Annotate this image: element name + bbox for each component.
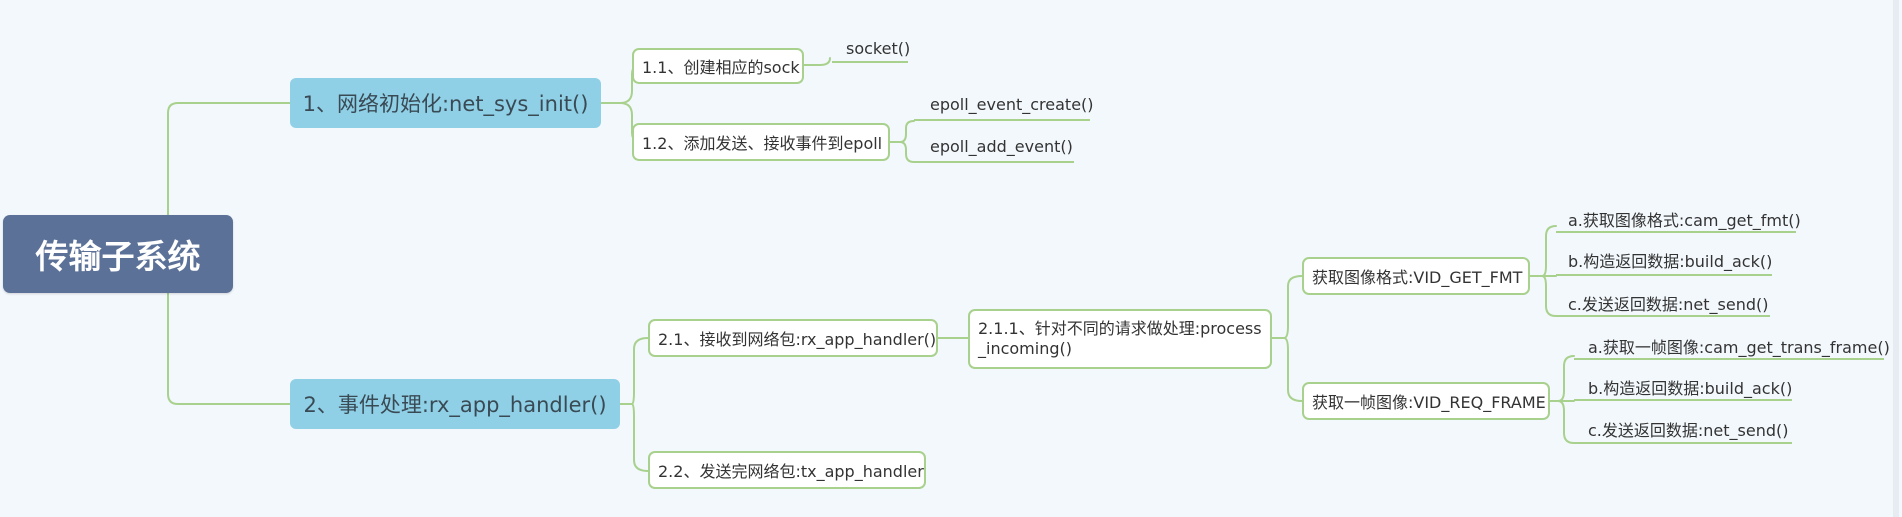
subtopic-process-incoming[interactable]: 2.1.1、针对不同的请求做处理:process_incoming() xyxy=(968,309,1272,369)
main-topic-event-handling[interactable]: 2、事件处理:rx_app_handler() xyxy=(290,379,620,429)
root-topic-label: 传输子系统 xyxy=(35,237,201,276)
subtopic-label: 1.2、添加发送、接收事件到epoll xyxy=(642,134,883,153)
mind-map-canvas: 传输子系统 1、网络初始化:net_sys_init() 1.1、创建相应的so… xyxy=(0,0,1902,517)
subtopic-tx-done[interactable]: 2.2、发送完网络包:tx_app_handler xyxy=(648,451,926,489)
leaf-underline xyxy=(1574,358,1884,360)
subtopic-create-sock[interactable]: 1.1、创建相应的sock xyxy=(632,48,804,84)
leaf-cam-get-fmt[interactable]: a.获取图像格式:cam_get_fmt() xyxy=(1566,207,1801,231)
leaf-underline xyxy=(1556,274,1772,276)
main-topic-label: 1、网络初始化:net_sys_init() xyxy=(302,92,589,116)
leaf-build-ack-fmt[interactable]: b.构造返回数据:build_ack() xyxy=(1566,248,1772,272)
subtopic-label: 2.2、发送完网络包:tx_app_handler xyxy=(658,462,924,481)
connector-branch2-sub1 xyxy=(619,337,649,405)
main-topic-network-init[interactable]: 1、网络初始化:net_sys_init() xyxy=(290,78,601,128)
leaf-socket[interactable]: socket() xyxy=(844,39,910,58)
subtopic-label: 1.1、创建相应的sock xyxy=(642,58,800,77)
connector-child-fmt xyxy=(1271,275,1303,339)
leaf-build-ack-frame[interactable]: b.构造返回数据:build_ack() xyxy=(1586,375,1792,399)
connector-root-branch1 xyxy=(167,102,291,216)
scrollbar-track[interactable] xyxy=(1893,0,1899,517)
leaf-epoll-add-event[interactable]: epoll_add_event() xyxy=(928,137,1073,156)
subtopic-rx-packet[interactable]: 2.1、接收到网络包:rx_app_handler() xyxy=(648,319,938,357)
connector-sub11-leaf xyxy=(803,57,831,66)
connector-root-branch2 xyxy=(167,292,291,405)
subtopic-label: 获取一帧图像:VID_REQ_FRAME xyxy=(1312,393,1546,412)
subtopic-vid-get-fmt[interactable]: 获取图像格式:VID_GET_FMT xyxy=(1302,257,1530,295)
leaf-underline xyxy=(1574,399,1792,401)
leaf-cam-get-trans-frame[interactable]: a.获取一帧图像:cam_get_trans_frame() xyxy=(1586,334,1890,358)
subtopic-label: 2.1.1、针对不同的请求做处理:process_incoming() xyxy=(978,319,1262,358)
connector-child-frame xyxy=(1271,337,1303,402)
subtopic-label: 2.1、接收到网络包:rx_app_handler() xyxy=(658,330,937,349)
leaf-underline xyxy=(914,119,1090,121)
leaf-underline xyxy=(1556,231,1796,233)
leaf-net-send-frame[interactable]: c.发送返回数据:net_send() xyxy=(1586,417,1789,441)
leaf-underline xyxy=(1556,315,1770,317)
leaf-underline xyxy=(1574,442,1792,444)
leaf-epoll-event-create[interactable]: epoll_event_create() xyxy=(928,95,1094,114)
subtopic-label: 获取图像格式:VID_GET_FMT xyxy=(1312,268,1523,287)
root-topic[interactable]: 传输子系统 xyxy=(3,215,233,293)
leaf-underline xyxy=(914,161,1074,163)
connector-sub12-leaves xyxy=(889,120,915,143)
subtopic-add-epoll[interactable]: 1.2、添加发送、接收事件到epoll xyxy=(632,123,890,161)
main-topic-label: 2、事件处理:rx_app_handler() xyxy=(303,393,607,417)
subtopic-vid-req-frame[interactable]: 获取一帧图像:VID_REQ_FRAME xyxy=(1302,382,1550,420)
leaf-net-send-fmt[interactable]: c.发送返回数据:net_send() xyxy=(1566,291,1769,315)
leaf-underline xyxy=(832,61,908,63)
connector-branch2-sub2 xyxy=(619,403,649,472)
